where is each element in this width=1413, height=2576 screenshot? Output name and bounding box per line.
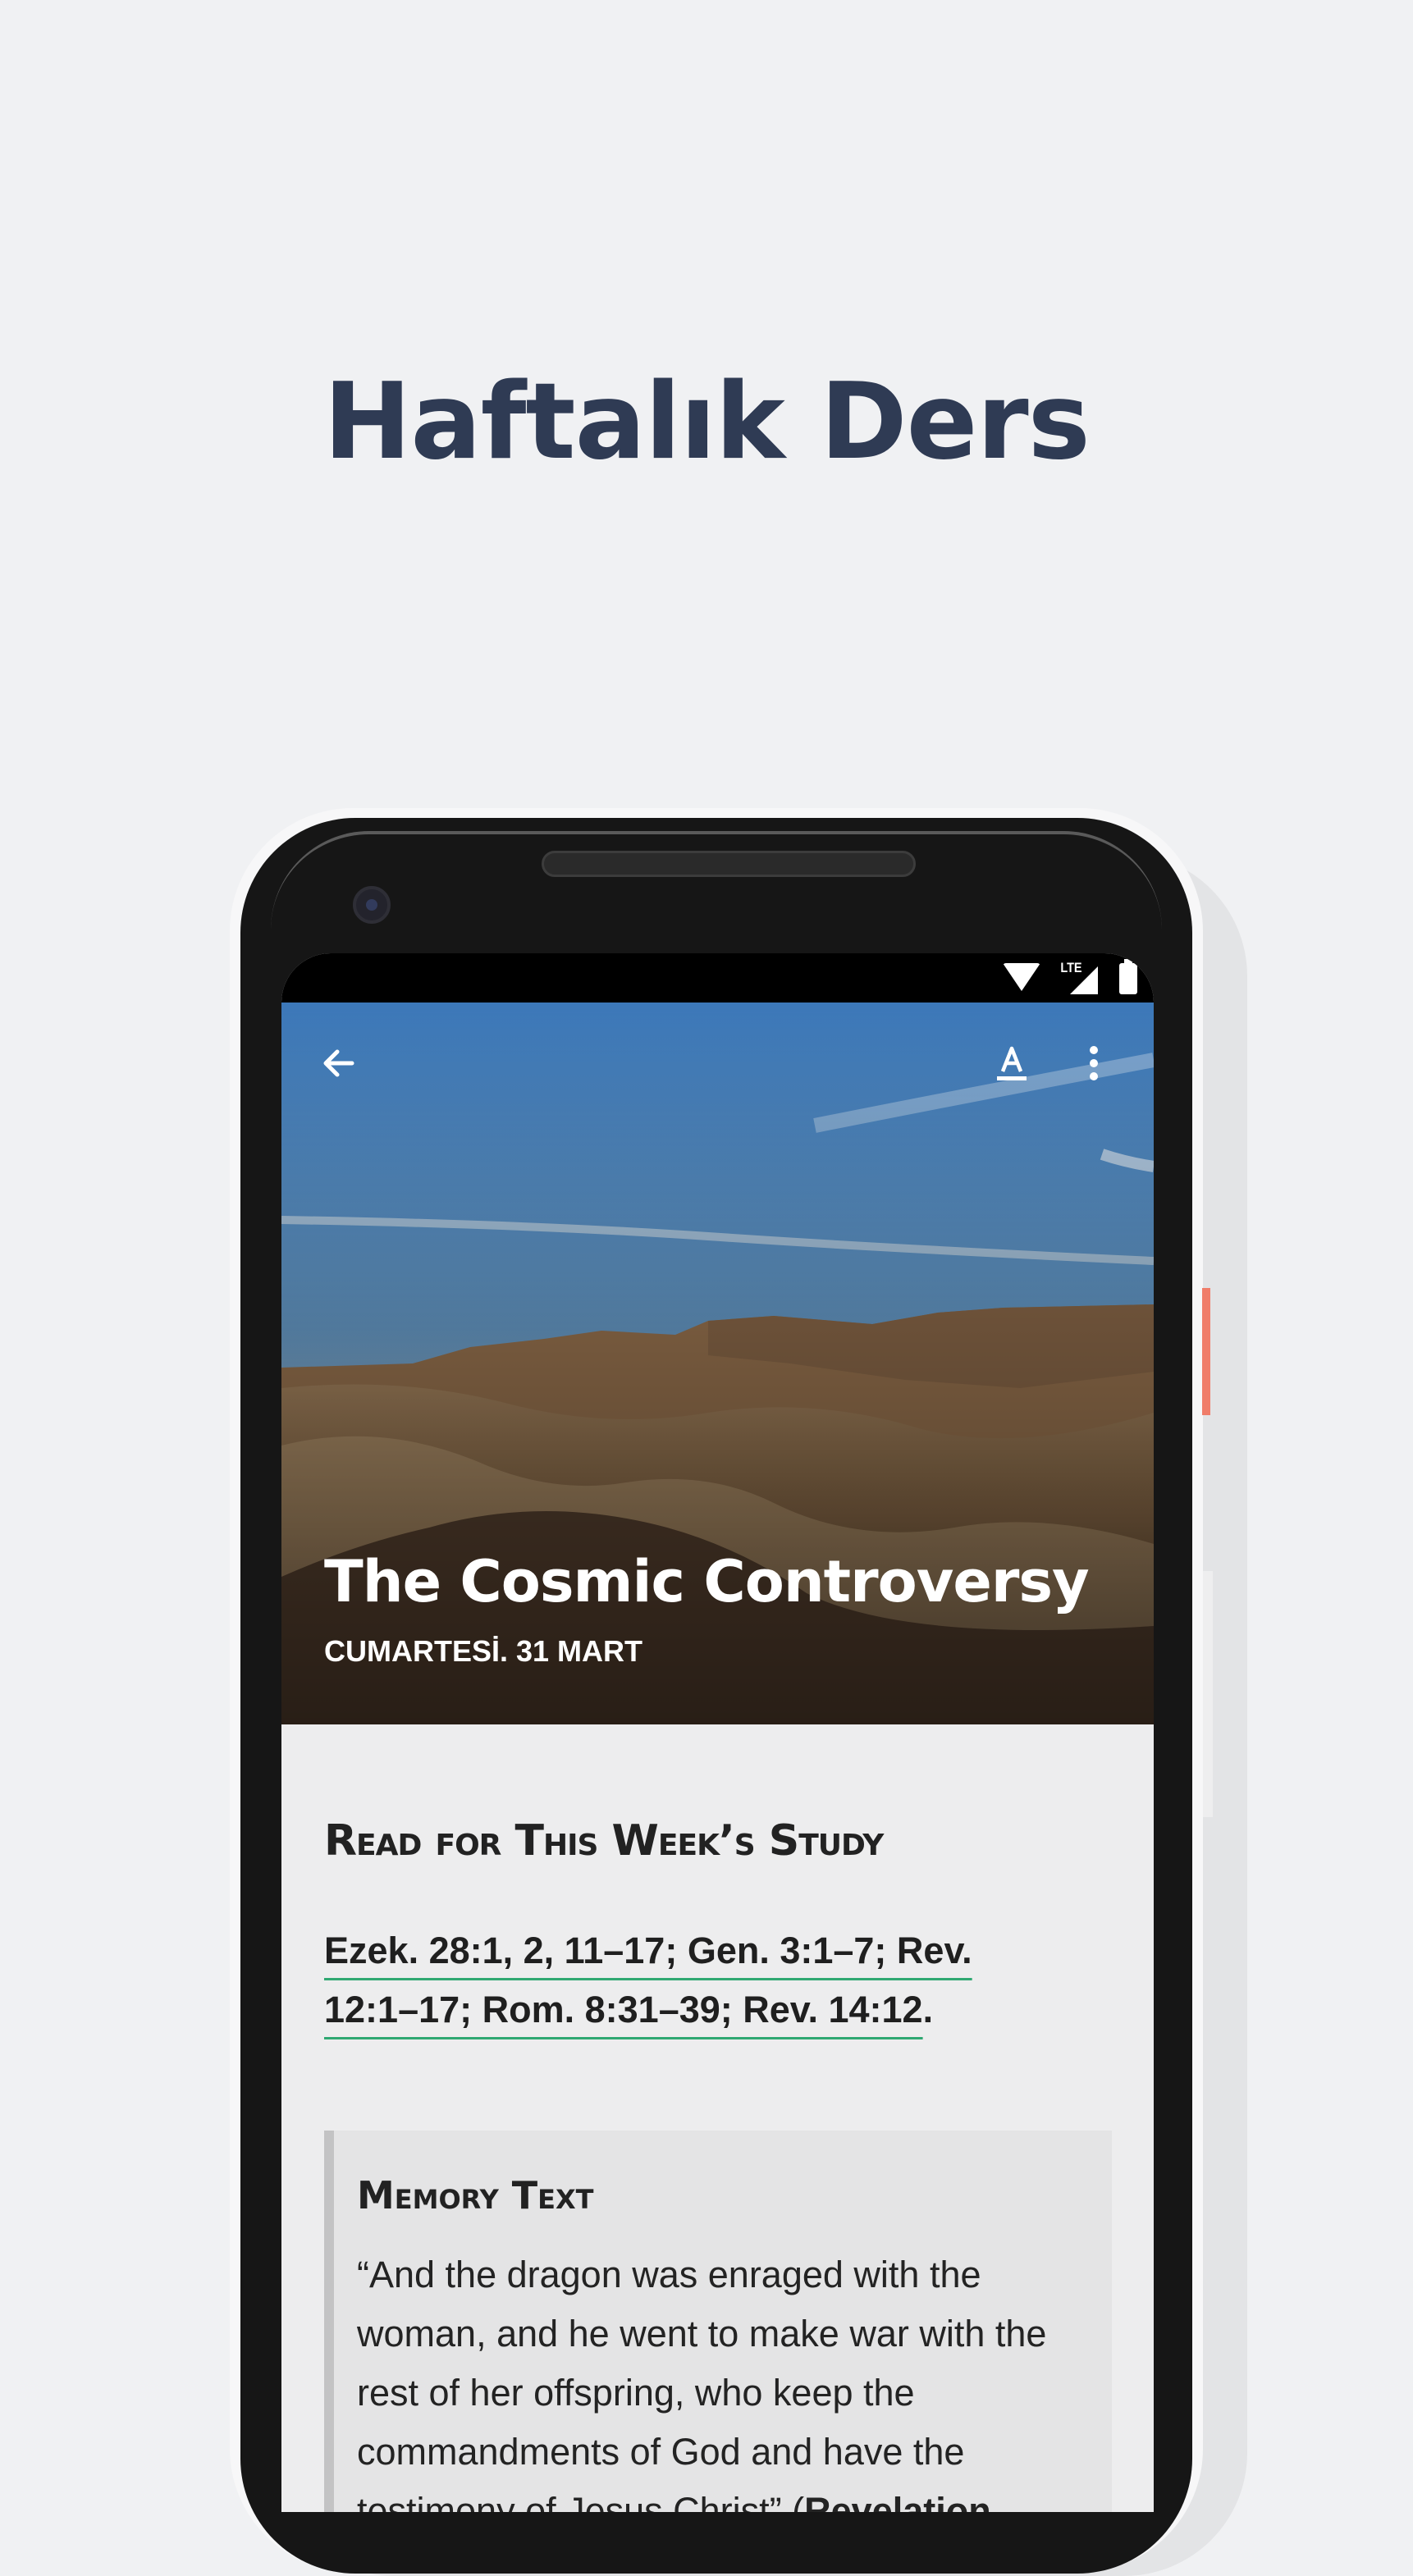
section-heading: Read for This Week’s Study (324, 1816, 884, 1866)
battery-icon (1119, 959, 1137, 994)
status-bar: LTE (281, 953, 1154, 1003)
memory-verse: “And the dragon was enraged with the wom… (357, 2245, 1095, 2512)
page-headline: Haftalık Ders (323, 361, 1091, 483)
wifi-icon (1003, 963, 1040, 991)
more-vertical-icon (1090, 1046, 1098, 1080)
lesson-title: The Cosmic Controversy (324, 1548, 1090, 1615)
scripture-references: Ezek. 28:1, 2, 11–17; Gen. 3:1–7; Rev. 1… (324, 1921, 1112, 2039)
front-camera (353, 886, 391, 924)
lesson-hero-image: The Cosmic Controversy CUMARTESİ. 31 MAR… (281, 1003, 1154, 1724)
text-format-icon (997, 1046, 1027, 1080)
lesson-date: CUMARTESİ. 31 MART (324, 1634, 643, 1668)
memory-verse-citation[interactable]: Revelation (804, 2490, 991, 2512)
desert-landscape-image (281, 1003, 1154, 1724)
phone-speaker (542, 851, 916, 877)
more-options-button[interactable] (1077, 1039, 1110, 1088)
phone-screen: LTE The Cosmic Controversy CUMARTESİ. 31… (281, 953, 1154, 2512)
memory-heading: Memory Text (357, 2173, 594, 2217)
memory-text-box: Memory Text “And the dragon was enraged … (324, 2131, 1112, 2512)
power-button (1202, 1288, 1210, 1415)
phone-bezel-highlight (271, 831, 1162, 929)
arrow-left-icon (323, 1049, 354, 1077)
references-period: . (922, 1989, 934, 2030)
volume-button (1203, 1571, 1213, 1817)
lesson-content: Read for This Week’s Study Ezek. 28:1, 2… (281, 1724, 1154, 2512)
memory-verse-body: “And the dragon was enraged with the wom… (357, 2254, 1047, 2512)
scripture-link-line-1[interactable]: Ezek. 28:1, 2, 11–17; Gen. 3:1–7; Rev. (324, 1930, 972, 1971)
signal-icon (1070, 966, 1098, 994)
back-button[interactable] (314, 1039, 364, 1088)
font-settings-button[interactable] (987, 1039, 1036, 1088)
scripture-link-line-2[interactable]: 12:1–17; Rom. 8:31–39; Rev. 14:12 (324, 1989, 923, 2030)
